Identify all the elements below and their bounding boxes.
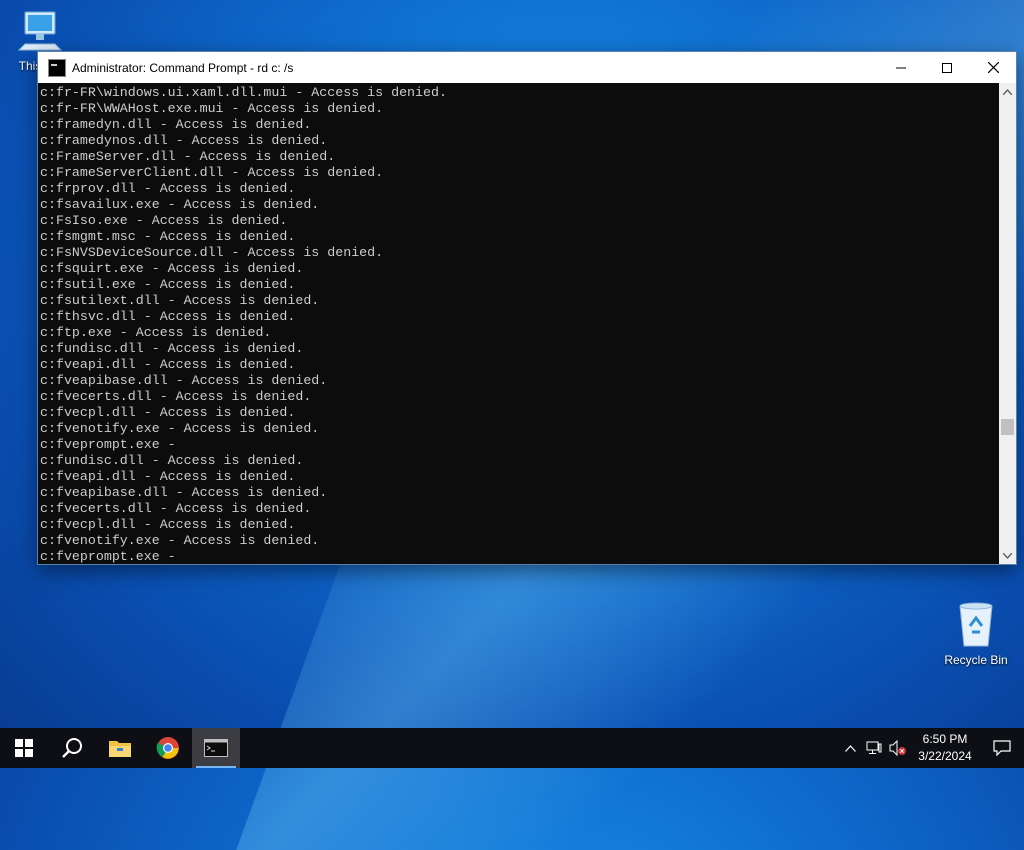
console-line: c:fsutilext.dll - Access is denied. (40, 293, 320, 308)
chrome-icon (156, 737, 179, 759)
network-icon (866, 741, 882, 754)
system-tray: 6:50 PM 3/22/2024 (838, 728, 1024, 768)
console-line: c:fsavailux.exe - Access is denied. (40, 197, 320, 212)
volume-button[interactable] (886, 728, 910, 768)
chevron-up-icon (844, 744, 856, 752)
console-line: c:fveprompt.exe - (40, 549, 184, 564)
console-output[interactable]: c:fr-FR\windows.ui.xaml.dll.mui - Access… (38, 83, 999, 564)
taskbar-chrome[interactable] (144, 728, 192, 768)
recycle-bin-icon (959, 602, 993, 647)
console-line: c:fvecerts.dll - Access is denied. (40, 389, 312, 404)
console-line: c:fr-FR\windows.ui.xaml.dll.mui - Access… (40, 85, 447, 100)
console-line: c:framedyn.dll - Access is denied. (40, 117, 312, 132)
console-line: c:fveapi.dll - Access is denied. (40, 469, 296, 484)
taskbar-command-prompt[interactable] (192, 728, 240, 768)
console-line: c:frprov.dll - Access is denied. (40, 181, 296, 196)
minimize-icon (896, 67, 906, 68)
chevron-up-icon (1003, 88, 1012, 95)
cmd-icon (48, 58, 66, 77)
console-line: c:fsmgmt.msc - Access is denied. (40, 229, 296, 244)
show-hidden-icons-button[interactable] (838, 728, 862, 768)
scrollbar-thumb[interactable] (1001, 419, 1014, 435)
taskbar: 6:50 PM 3/22/2024 (0, 728, 1024, 768)
console-line: c:framedynos.dll - Access is denied. (40, 133, 328, 148)
vertical-scrollbar[interactable] (999, 83, 1016, 564)
clock[interactable]: 6:50 PM 3/22/2024 (910, 731, 980, 765)
console-line: c:ftp.exe - Access is denied. (40, 325, 272, 340)
console-line: c:fvecpl.dll - Access is denied. (40, 405, 296, 420)
console-line: c:fundisc.dll - Access is denied. (40, 453, 304, 468)
console-line: c:fveapibase.dll - Access is denied. (40, 485, 328, 500)
console-line: c:FrameServer.dll - Access is denied. (40, 149, 336, 164)
clock-time: 6:50 PM (922, 732, 968, 746)
windows-start-icon (15, 739, 33, 757)
command-prompt-window[interactable]: Administrator: Command Prompt - rd c: /s… (38, 52, 1016, 564)
console-line: c:fthsvc.dll - Access is denied. (40, 309, 296, 324)
search-button[interactable] (48, 728, 96, 768)
notification-icon (993, 740, 1011, 756)
console-line: c:FsIso.exe - Access is denied. (40, 213, 288, 228)
desktop-icon-recycle-bin[interactable]: Recycle Bin (940, 600, 1012, 667)
console-line: c:fundisc.dll - Access is denied. (40, 341, 304, 356)
action-center-button[interactable] (980, 728, 1024, 768)
console-line: c:fvenotify.exe - Access is denied. (40, 533, 320, 548)
console-line: c:fsquirt.exe - Access is denied. (40, 261, 304, 276)
console-line: c:fvecpl.dll - Access is denied. (40, 517, 296, 532)
window-title: Administrator: Command Prompt - rd c: /s (72, 60, 294, 75)
console-line: c:fveprompt.exe - (40, 437, 184, 452)
start-button[interactable] (0, 728, 48, 768)
scroll-up-button[interactable] (999, 83, 1016, 100)
console-line: c:fvecerts.dll - Access is denied. (40, 501, 312, 516)
maximize-icon (942, 62, 952, 73)
network-button[interactable] (862, 728, 886, 768)
close-icon (987, 62, 999, 73)
console-line: c:fsutil.exe - Access is denied. (40, 277, 296, 292)
maximize-button[interactable] (924, 52, 970, 83)
computer-icon (17, 11, 63, 51)
scroll-down-button[interactable] (999, 547, 1016, 564)
console-line: c:fveapibase.dll - Access is denied. (40, 373, 328, 388)
close-button[interactable] (970, 52, 1016, 83)
volume-muted-icon (889, 740, 906, 756)
title-bar[interactable]: Administrator: Command Prompt - rd c: /s (38, 52, 1016, 83)
clock-date: 3/22/2024 (918, 749, 972, 763)
chevron-down-icon (1003, 552, 1012, 559)
folder-icon (109, 741, 131, 757)
cmd-icon (204, 739, 228, 757)
console-line: c:fvenotify.exe - Access is denied. (40, 421, 320, 436)
console-line: c:fveapi.dll - Access is denied. (40, 357, 296, 372)
console-line: c:fr-FR\WWAHost.exe.mui - Access is deni… (40, 101, 384, 116)
minimize-button[interactable] (878, 52, 924, 83)
console-line: c:FrameServerClient.dll - Access is deni… (40, 165, 384, 180)
taskbar-file-explorer[interactable] (96, 728, 144, 768)
search-icon (62, 738, 82, 758)
console-line: c:FsNVSDeviceSource.dll - Access is deni… (40, 245, 384, 260)
desktop-icon-label: Recycle Bin (944, 653, 1008, 667)
